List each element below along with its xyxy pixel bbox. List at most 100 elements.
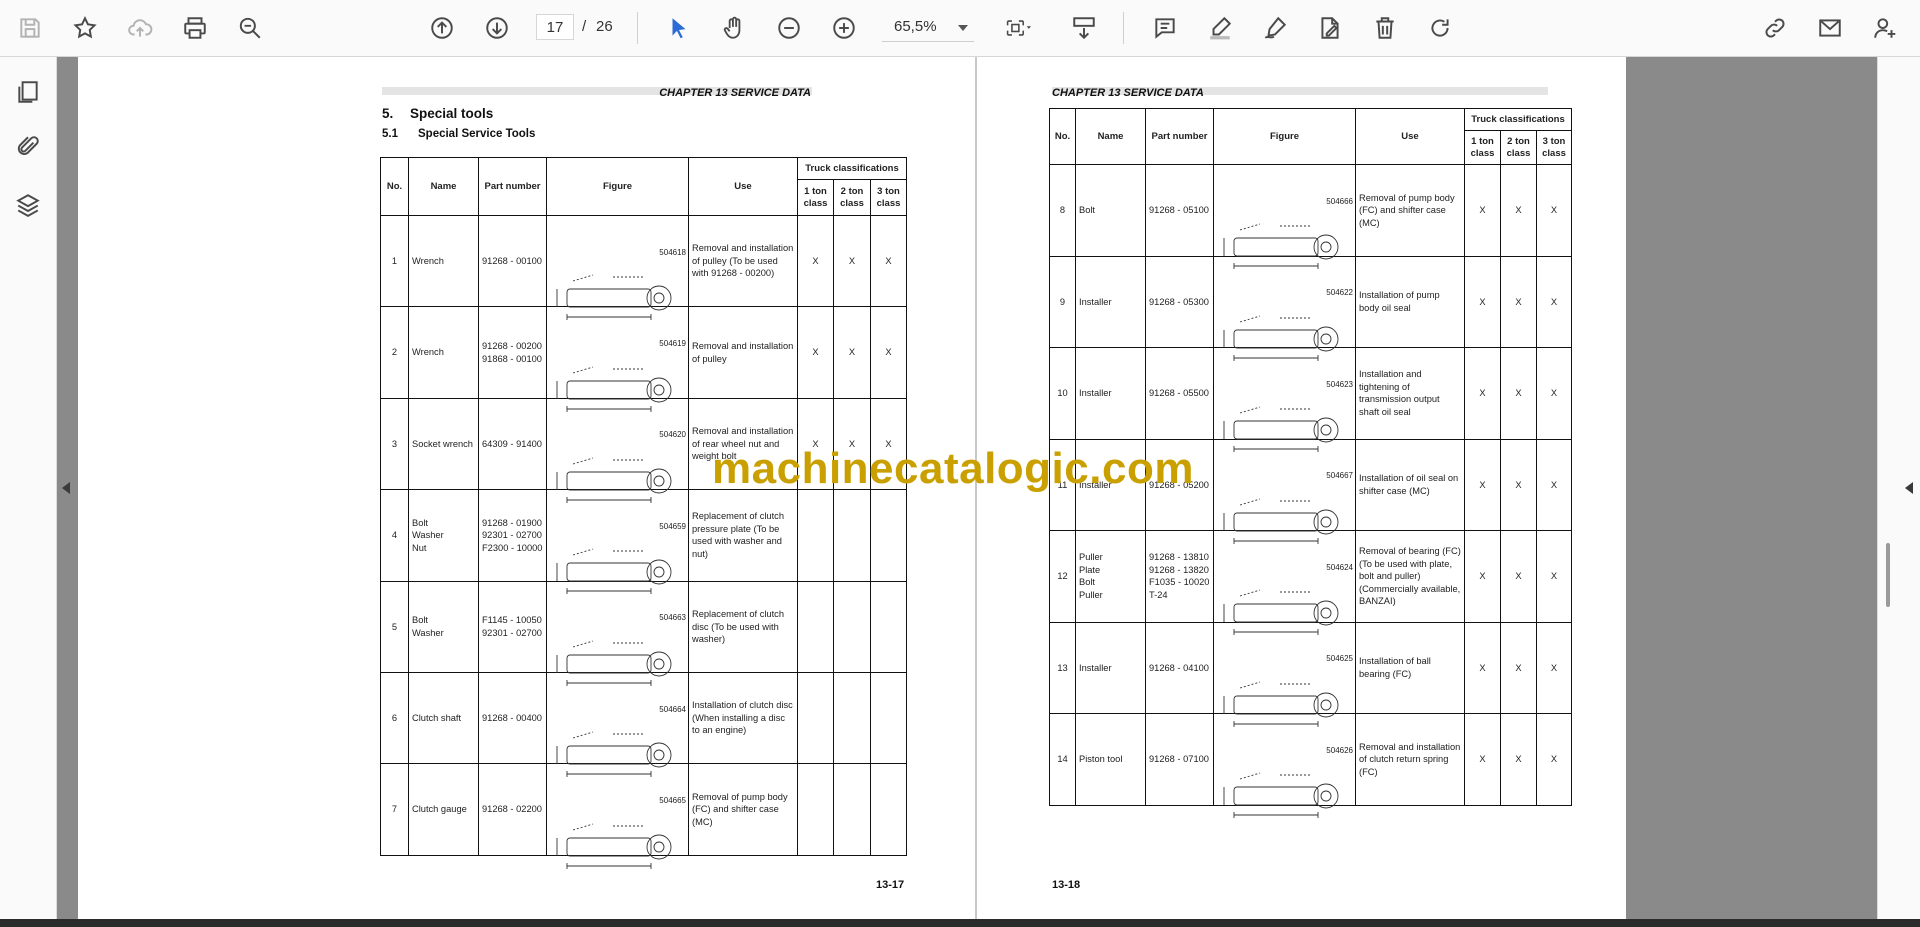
row-1-ton: X — [1464, 713, 1501, 806]
layers-icon[interactable] — [10, 187, 46, 223]
save-icon[interactable] — [12, 10, 48, 46]
figure-code: 504665 — [659, 796, 686, 806]
row-1-ton: X — [797, 306, 834, 399]
header-3-ton: 3 ton class — [869, 179, 908, 216]
add-user-icon[interactable] — [1867, 10, 1903, 46]
chapter-title: CHAPTER 13 SERVICE DATA — [1052, 87, 1204, 99]
zoom-in-icon[interactable] — [826, 10, 862, 46]
subsection-title: Special Service Tools — [418, 128, 536, 140]
attachments-icon[interactable] — [10, 129, 46, 165]
row-no: 1 — [380, 214, 409, 308]
row-use: Removal and installation of pulley (To b… — [688, 214, 798, 308]
figure-code: 504625 — [1326, 654, 1353, 664]
print-icon[interactable] — [177, 10, 213, 46]
header-figure: Figure — [546, 157, 689, 216]
row-3-ton: X — [1535, 255, 1573, 348]
figure-code: 504667 — [1326, 471, 1353, 481]
thumbnails-icon[interactable] — [10, 74, 46, 110]
scrollbar-thumb[interactable] — [1886, 543, 1890, 607]
sign-icon[interactable] — [1312, 10, 1348, 46]
header-part: Part number — [1145, 108, 1214, 165]
row-no: 4 — [380, 489, 409, 582]
figure-code: 504663 — [659, 613, 686, 623]
row-3-ton: X — [1535, 530, 1573, 623]
figure-code: 504666 — [1326, 196, 1353, 206]
row-1-ton: X — [1464, 255, 1501, 348]
collapse-panel-arrow-icon[interactable] — [1905, 482, 1913, 494]
row-part-number: 91268 - 00200 91868 - 00100 — [478, 306, 547, 399]
redo-icon[interactable] — [1422, 10, 1458, 46]
row-2-ton — [833, 671, 871, 765]
page-number: 13-18 — [1052, 879, 1081, 891]
header-no: No. — [1049, 108, 1076, 165]
row-1-ton — [797, 489, 834, 582]
row-3-ton: X — [1535, 438, 1573, 531]
row-use: Installation and tightening of transmiss… — [1355, 347, 1465, 440]
page-down-icon[interactable] — [479, 10, 515, 46]
row-part-number: 91268 - 02200 — [478, 763, 547, 856]
row-3-ton: X — [1535, 347, 1573, 440]
row-3-ton: X — [1535, 164, 1573, 257]
row-2-ton: X — [1500, 347, 1537, 440]
cloud-upload-icon[interactable] — [122, 10, 158, 46]
row-2-ton: X — [1500, 438, 1537, 531]
zoom-out-icon[interactable] — [771, 10, 807, 46]
zoom-value: 65,5% — [894, 18, 937, 35]
row-2-ton — [833, 580, 871, 673]
delete-icon[interactable] — [1367, 10, 1403, 46]
row-no: 12 — [1049, 530, 1076, 623]
row-3-ton: X — [1535, 621, 1573, 714]
page-up-icon[interactable] — [424, 10, 460, 46]
row-part-number: 91268 - 05500 — [1145, 347, 1214, 440]
row-no: 8 — [1049, 164, 1076, 257]
row-use: Removal of pump body (FC) and shifter ca… — [1355, 164, 1465, 257]
row-name: Wrench — [408, 306, 479, 399]
row-1-ton — [797, 671, 834, 765]
row-use: Replacement of clutch pressure plate (To… — [688, 489, 798, 582]
row-no: 13 — [1049, 621, 1076, 714]
row-use: Installation of oil seal on shifter case… — [1355, 438, 1465, 531]
row-3-ton: X — [869, 306, 908, 399]
header-3-ton: 3 ton class — [1535, 130, 1573, 165]
header-no: No. — [380, 157, 409, 216]
select-arrow-icon[interactable] — [661, 10, 697, 46]
row-part-number: 91268 - 00100 — [478, 214, 547, 308]
fit-page-icon[interactable] — [996, 10, 1040, 46]
zoom-select[interactable]: 65,5% — [882, 14, 974, 42]
share-link-icon[interactable] — [1757, 10, 1793, 46]
previous-page-arrow-icon[interactable] — [62, 482, 70, 494]
page-number-input[interactable]: 17 — [536, 14, 574, 40]
comment-icon[interactable] — [1147, 10, 1183, 46]
row-figure: 504618 — [546, 214, 689, 321]
page-total: 26 — [596, 18, 613, 35]
highlight-pen-icon[interactable] — [1202, 10, 1238, 46]
draw-pen-icon[interactable] — [1257, 10, 1293, 46]
row-2-ton: X — [1500, 621, 1537, 714]
viewer-background-right — [1626, 57, 1877, 919]
figure-code: 504659 — [659, 521, 686, 531]
row-part-number: 91268 - 01900 92301 - 02700 F2300 - 1000… — [478, 489, 547, 582]
chevron-down-icon — [958, 25, 968, 31]
row-1-ton: X — [797, 214, 834, 308]
header-use: Use — [1355, 108, 1465, 165]
row-use: Removal of bearing (FC) (To be used with… — [1355, 530, 1465, 623]
row-3-ton — [869, 580, 908, 673]
row-1-ton: X — [1464, 621, 1501, 714]
bookmark-star-icon[interactable] — [67, 10, 103, 46]
row-no: 14 — [1049, 713, 1076, 806]
email-icon[interactable] — [1812, 10, 1848, 46]
header-part: Part number — [478, 157, 547, 216]
left-sidebar — [0, 57, 57, 919]
row-no: 3 — [380, 397, 409, 491]
header-use: Use — [688, 157, 798, 216]
page-number: 13-17 — [876, 879, 905, 891]
row-1-ton — [797, 763, 834, 856]
hand-pan-icon[interactable] — [716, 10, 752, 46]
row-use: Installation of clutch disc (When instal… — [688, 671, 798, 765]
insert-page-icon[interactable] — [1066, 10, 1102, 46]
zoom-search-icon[interactable] — [232, 10, 268, 46]
row-no: 9 — [1049, 255, 1076, 348]
figure-code: 504619 — [659, 339, 686, 349]
row-no: 10 — [1049, 347, 1076, 440]
row-name: Bolt Washer Nut — [408, 489, 479, 582]
